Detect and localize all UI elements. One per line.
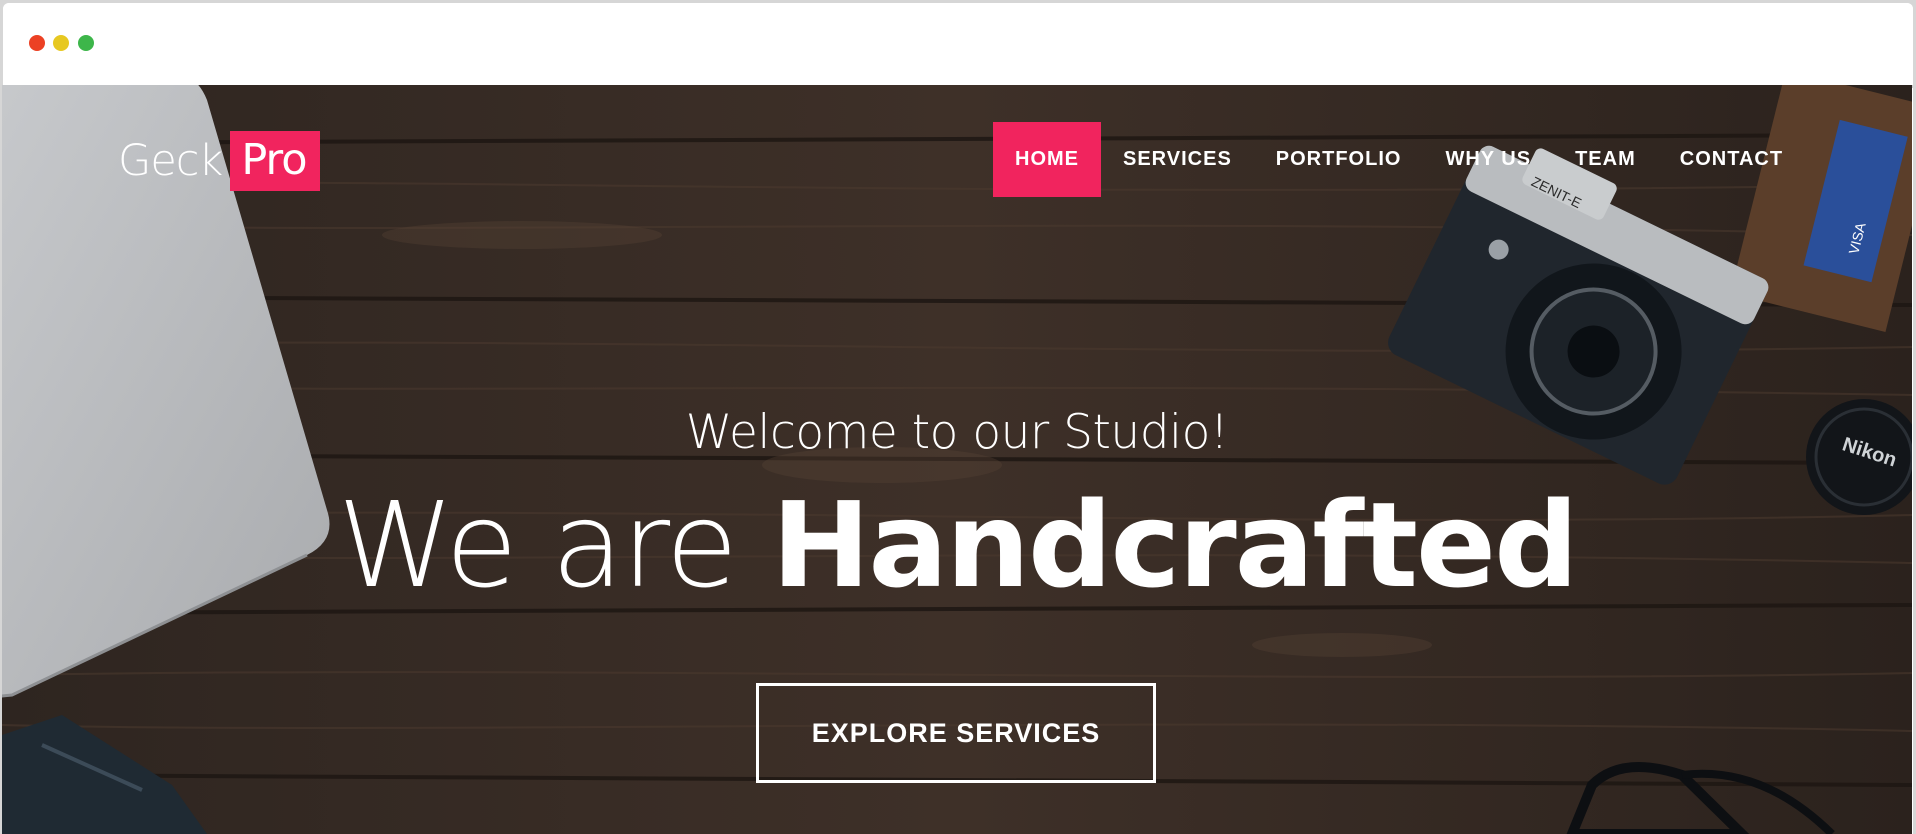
- hero-section: VISA ZENIT-E Nikon Geck Pro HOME SERVICE…: [2, 85, 1912, 834]
- site-logo[interactable]: Geck Pro: [118, 130, 320, 192]
- maximize-window-button[interactable]: [78, 35, 94, 51]
- nav-item-portfolio[interactable]: PORTFOLIO: [1254, 122, 1424, 197]
- close-window-button[interactable]: [29, 35, 45, 51]
- explore-services-button[interactable]: EXPLORE SERVICES: [756, 683, 1156, 783]
- nav-item-home[interactable]: HOME: [993, 122, 1101, 197]
- hero-headline: We are Handcrafted: [2, 480, 1912, 610]
- minimize-window-button[interactable]: [53, 35, 69, 51]
- window-titlebar: [3, 3, 1913, 88]
- nav-item-why-us[interactable]: WHY US: [1423, 122, 1553, 197]
- nav-item-contact[interactable]: CONTACT: [1658, 122, 1805, 197]
- main-nav: HOME SERVICES PORTFOLIO WHY US TEAM CONT…: [993, 122, 1805, 197]
- headline-light-text: We are: [337, 476, 772, 614]
- logo-badge: Pro: [230, 131, 320, 191]
- headline-bold-text: Handcrafted: [771, 476, 1579, 614]
- nav-item-services[interactable]: SERVICES: [1101, 122, 1254, 197]
- nav-item-team[interactable]: TEAM: [1553, 122, 1658, 197]
- hero-subtitle: Welcome to our Studio!: [685, 405, 1229, 460]
- logo-wordmark: Geck: [118, 136, 223, 186]
